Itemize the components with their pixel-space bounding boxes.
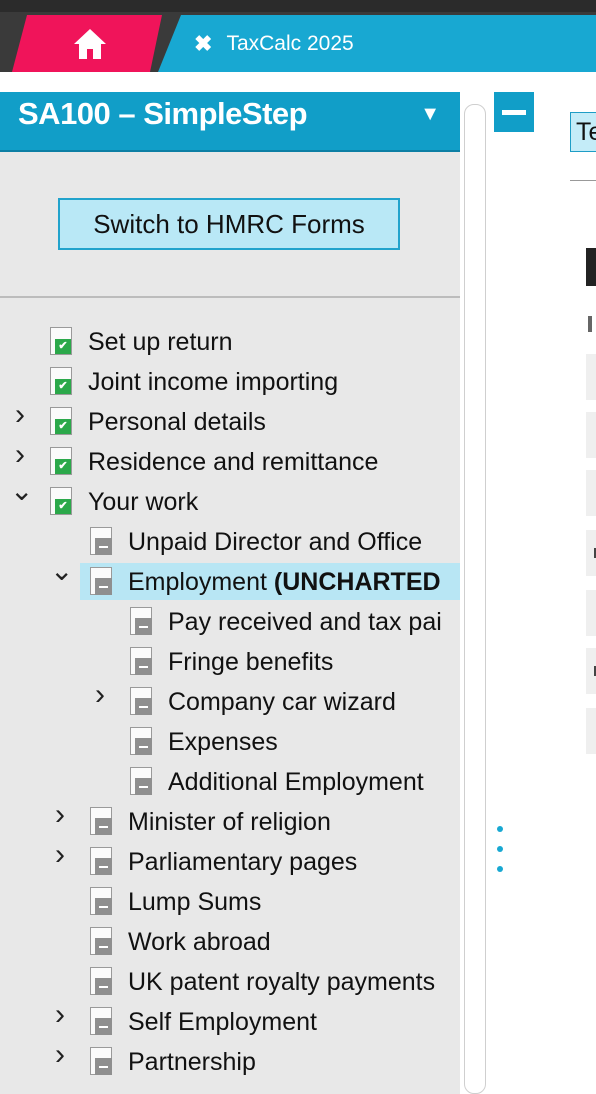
tree-item-residence-and-remittance[interactable]: › ✔ Residence and remittance [0, 438, 460, 482]
complete-document-icon: ✔ [50, 407, 72, 435]
vertical-scrollbar[interactable] [464, 104, 486, 1094]
tab-bar: ✖ TaxCalc 2025 [0, 0, 596, 72]
tree-item-parliamentary-pages[interactable]: › Parliamentary pages [0, 838, 460, 882]
tree-item-lump-sums[interactable]: Lump Sums [0, 882, 460, 922]
tree-item-joint-income-importing[interactable]: ✔ Joint income importing [0, 362, 460, 402]
incomplete-document-icon [90, 807, 112, 835]
tree-item-label: Personal details [88, 407, 266, 436]
tree-item-fringe-benefits[interactable]: Fringe benefits [0, 642, 460, 682]
incomplete-document-icon [130, 607, 152, 635]
panel-header[interactable]: SA100 – SimpleStep ▼ [0, 92, 460, 152]
incomplete-document-icon [90, 1007, 112, 1035]
complete-document-icon: ✔ [50, 447, 72, 475]
chevron-right-icon[interactable]: › [10, 398, 30, 432]
home-icon [74, 28, 106, 59]
right-pane-row[interactable] [586, 354, 596, 400]
incomplete-document-icon [90, 967, 112, 995]
tree-item-label: Your work [88, 487, 199, 516]
tree-item-partnership[interactable]: › Partnership [0, 1038, 460, 1082]
tree-item-label: Joint income importing [88, 367, 339, 396]
tree-item-label: Partnership [128, 1047, 256, 1076]
tree-item-label: Fringe benefits [168, 647, 334, 676]
tree-item-your-work[interactable]: ⌄ ✔ Your work [0, 475, 460, 522]
tree-item-expenses[interactable]: Expenses [0, 722, 460, 762]
right-pane-row[interactable] [586, 470, 596, 516]
tree-item-work-abroad[interactable]: Work abroad [0, 922, 460, 962]
tree-item-label: Self Employment [128, 1007, 317, 1036]
dropdown-arrow-icon[interactable]: ▼ [420, 103, 440, 126]
chevron-right-icon[interactable]: › [50, 998, 70, 1032]
tree-item-label: Lump Sums [128, 887, 262, 916]
right-pane-row[interactable] [586, 708, 596, 754]
window-title-strip [0, 0, 596, 12]
tree-item-label: Minister of religion [128, 807, 331, 836]
tree-item-pay-received-and-tax-pai[interactable]: Pay received and tax pai [0, 602, 460, 642]
right-pane-divider [570, 180, 596, 181]
tab-taxcalc[interactable]: ✖ TaxCalc 2025 [158, 15, 596, 72]
complete-document-icon: ✔ [50, 367, 72, 395]
incomplete-document-icon [130, 647, 152, 675]
chevron-right-icon[interactable]: › [90, 678, 110, 712]
incomplete-document-icon [90, 567, 112, 595]
right-pane-row[interactable] [586, 590, 596, 636]
chevron-right-icon[interactable]: › [50, 1038, 70, 1072]
right-pane-row[interactable] [586, 412, 596, 458]
chevron-right-icon[interactable]: › [50, 838, 70, 872]
close-icon[interactable]: ✖ [194, 31, 212, 57]
tree-item-label: Work abroad [128, 927, 271, 956]
tree-item-additional-employment[interactable]: Additional Employment [0, 762, 460, 802]
tab-home[interactable] [12, 15, 162, 72]
tab-label: TaxCalc 2025 [226, 31, 354, 55]
tree-item-label: UK patent royalty payments [128, 967, 436, 996]
tree-item-company-car-wizard[interactable]: › Company car wizard [0, 678, 460, 722]
tree-item-set-up-return[interactable]: ✔ Set up return [0, 322, 460, 362]
right-pane-heading [586, 248, 596, 286]
chevron-down-icon[interactable]: ⌄ [50, 554, 73, 587]
incomplete-document-icon [130, 687, 152, 715]
complete-document-icon: ✔ [50, 487, 72, 515]
panel-title: SA100 – SimpleStep [18, 96, 308, 131]
incomplete-document-icon [130, 727, 152, 755]
tree-item-label: Additional Employment [168, 767, 424, 796]
divider [0, 296, 460, 298]
tree-item-uk-patent-royalty-payments[interactable]: UK patent royalty payments [0, 962, 460, 1002]
tree-item-label: Employment (UNCHARTED [128, 567, 441, 596]
incomplete-document-icon [90, 1047, 112, 1075]
tree-item-personal-details[interactable]: › ✔ Personal details [0, 398, 460, 442]
tree-item-label: Unpaid Director and Office [128, 527, 423, 556]
tree-item-label: Company car wizard [168, 687, 396, 716]
tree-item-employment[interactable]: ⌄ Employment (UNCHARTED [0, 555, 460, 602]
tree-item-label: Set up return [88, 327, 233, 356]
tree-item-label: Residence and remittance [88, 447, 379, 476]
tree-item-label: Expenses [168, 727, 278, 756]
incomplete-document-icon [130, 767, 152, 795]
chevron-down-icon[interactable]: ⌄ [10, 474, 33, 507]
tree-item-label: Parliamentary pages [128, 847, 358, 876]
complete-document-icon: ✔ [50, 327, 72, 355]
navigation-tree: ✔ Set up return ✔ Joint income importing › ✔ P… [0, 322, 460, 1082]
chevron-right-icon[interactable]: › [10, 438, 30, 472]
incomplete-document-icon [90, 887, 112, 915]
tree-item-label: Pay received and tax pai [168, 607, 442, 636]
incomplete-document-icon [90, 927, 112, 955]
right-pane-row[interactable] [586, 648, 596, 694]
incomplete-document-icon [90, 527, 112, 555]
tree-item-self-employment[interactable]: › Self Employment [0, 998, 460, 1042]
splitter-handle[interactable] [497, 826, 503, 886]
collapse-panel-button[interactable] [494, 92, 534, 132]
chevron-right-icon[interactable]: › [50, 798, 70, 832]
switch-to-hmrc-forms-button[interactable]: Switch to HMRC Forms [58, 198, 400, 250]
tree-item-status-tag: (UNCHARTED [266, 567, 441, 596]
right-pane-subtext [588, 316, 592, 332]
tree-item-minister-of-religion[interactable]: › Minister of religion [0, 798, 460, 842]
incomplete-document-icon [90, 847, 112, 875]
right-pane-tab[interactable]: Te [570, 112, 596, 152]
right-pane-row[interactable] [586, 530, 596, 576]
